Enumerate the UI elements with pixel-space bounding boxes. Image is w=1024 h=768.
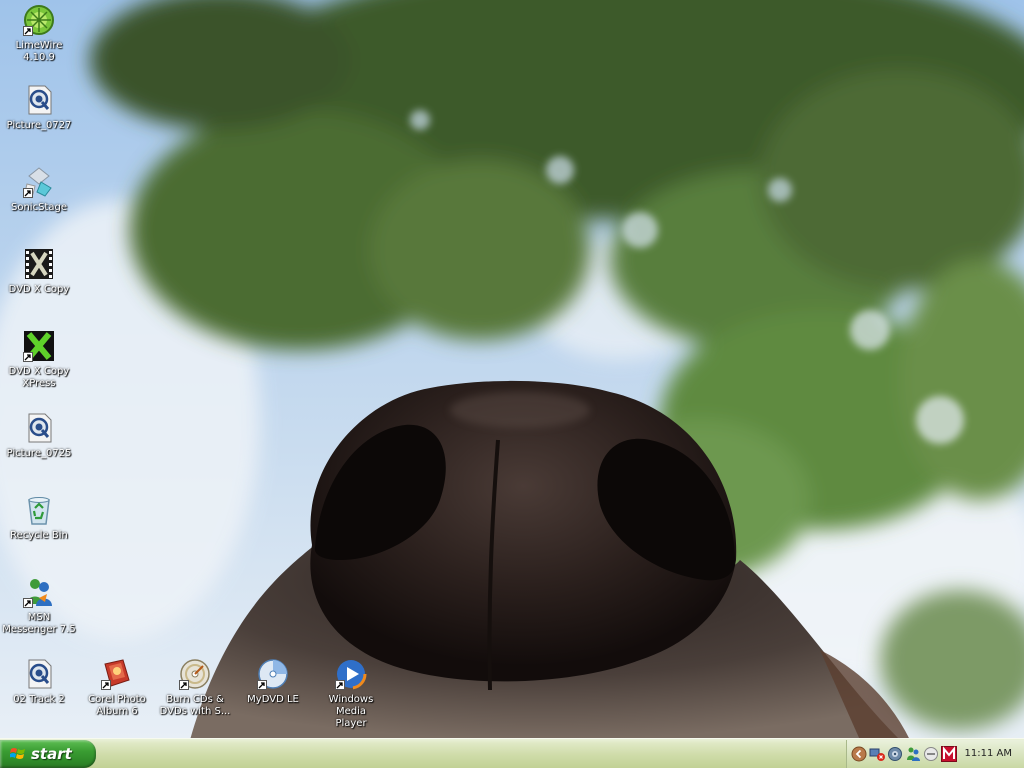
desktop-icon-label: MSN Messenger 7.5 [2, 612, 76, 635]
desktop-icon-label: Picture_0725 [6, 448, 72, 459]
quicktime-file-icon [28, 85, 52, 115]
desktop-icon-dvd-x-copy[interactable]: DVD X Copy [1, 248, 77, 296]
network-alert-icon[interactable] [869, 746, 885, 762]
desktop-icon-label: Burn CDs & DVDs with S... [159, 694, 231, 717]
desktop-icon-picture-0727[interactable]: Picture_0727 [1, 84, 77, 132]
desktop-icon-label: Picture_0727 [6, 120, 72, 131]
desktop-icon-msn-messenger[interactable]: MSN Messenger 7.5 [1, 576, 77, 636]
desktop-icon-recycle-bin[interactable]: Recycle Bin [1, 494, 77, 542]
desktop-icon-mydvd-le[interactable]: MyDVD LE [235, 658, 311, 706]
desktop-icon-label: MyDVD LE [247, 694, 299, 705]
desktop-icon-dvd-x-copy-xpress[interactable]: DVD X Copy XPress [1, 330, 77, 390]
system-tray: 11:11 AM [846, 740, 1024, 768]
messenger-tray-icon[interactable] [923, 746, 939, 762]
desktop-icon-label: DVD X Copy [8, 284, 70, 295]
desktop-wallpaper [0, 0, 1024, 740]
start-button[interactable]: start [0, 740, 96, 768]
desktop-icon-02-track-2[interactable]: 02 Track 2 [1, 658, 77, 706]
windows-logo-icon [10, 746, 26, 762]
desktop-icon-burn-cds[interactable]: Burn CDs & DVDs with S... [157, 658, 233, 718]
desktop-icon-corel-photo-album[interactable]: Corel Photo Album 6 [79, 658, 155, 718]
desktop-icon-label: SonicStage [11, 202, 67, 213]
shortcut-arrow-icon [23, 352, 33, 362]
shortcut-arrow-icon [23, 26, 33, 36]
shortcut-arrow-icon [335, 680, 345, 690]
msn-tray-icon[interactable] [905, 746, 921, 762]
taskbar-clock[interactable]: 11:11 AM [965, 748, 1012, 759]
desktop-icon-label: Windows Media Player [328, 694, 374, 729]
shortcut-arrow-icon [23, 598, 33, 608]
recycle-bin-icon [28, 497, 50, 525]
desktop-icon-limewire[interactable]: LimeWire 4.10.9 [1, 4, 77, 64]
desktop-icon-label: Recycle Bin [10, 530, 68, 541]
dvd-x-copy-icon [25, 249, 53, 279]
shortcut-arrow-icon [23, 188, 33, 198]
shortcut-arrow-icon [179, 680, 189, 690]
desktop-icon-label: Corel Photo Album 6 [88, 694, 146, 717]
tray-expand-icon[interactable] [851, 746, 867, 762]
desktop-icon-label: DVD X Copy XPress [8, 366, 70, 389]
desktop-icon-sonicstage[interactable]: SonicStage [1, 166, 77, 214]
desktop-icon-picture-0725[interactable]: Picture_0725 [1, 412, 77, 460]
quicktime-file-icon [28, 413, 52, 443]
desktop-icon-label: 02 Track 2 [13, 694, 65, 705]
mcafee-icon[interactable] [941, 746, 957, 762]
shortcut-arrow-icon [101, 680, 111, 690]
volume-icon[interactable] [887, 746, 903, 762]
quicktime-file-icon [28, 659, 52, 689]
shortcut-arrow-icon [257, 680, 267, 690]
desktop-icon-label: LimeWire 4.10.9 [15, 40, 63, 63]
start-label: start [31, 745, 72, 763]
taskbar: start 11:11 AM [0, 738, 1024, 768]
desktop-icon-windows-media-player[interactable]: Windows Media Player [313, 658, 389, 730]
